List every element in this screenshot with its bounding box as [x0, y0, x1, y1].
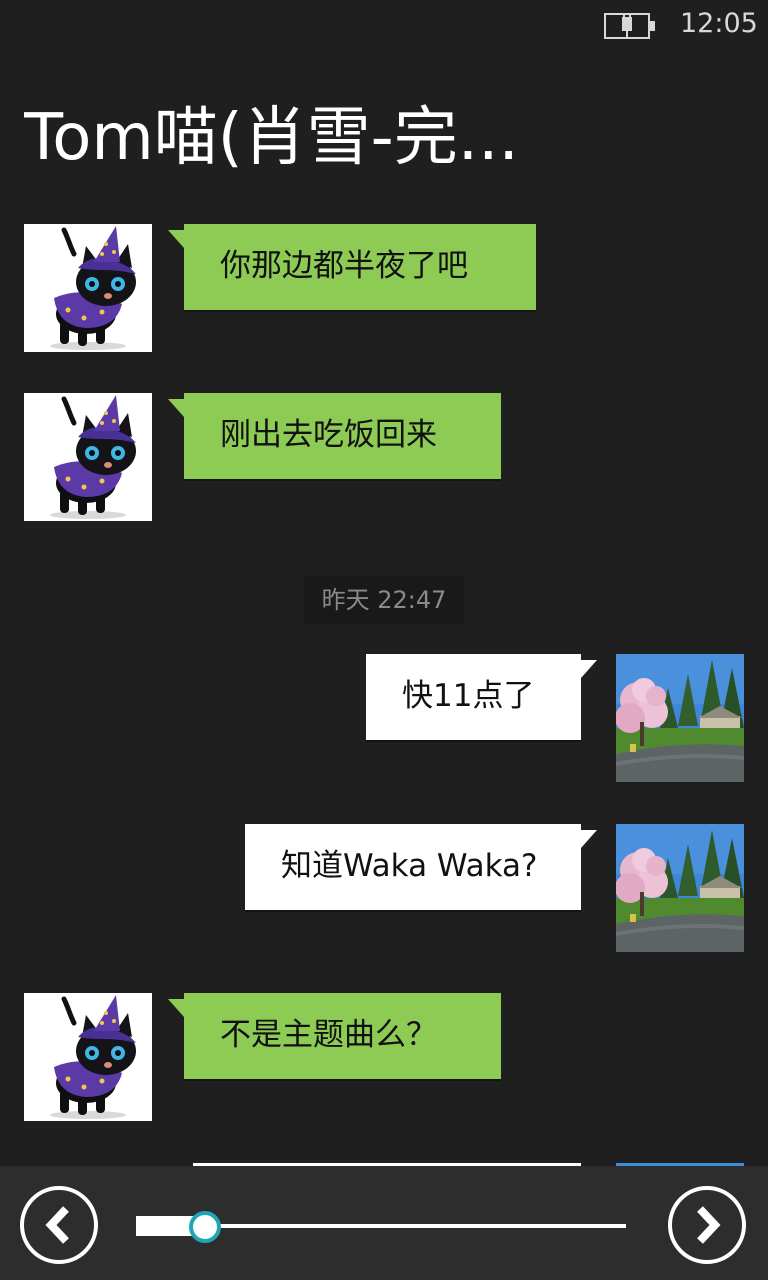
conversation-title: Tom喵(肖雪-完... — [24, 101, 519, 175]
message-text: 你那边都半夜了吧 — [220, 248, 468, 284]
contact-avatar[interactable] — [24, 224, 152, 352]
bubble-tail — [581, 660, 597, 678]
message-bubble-incoming[interactable]: 你那边都半夜了吧 — [184, 224, 536, 310]
cherry-blossom-landscape-avatar — [616, 824, 744, 952]
my-avatar[interactable] — [616, 824, 744, 952]
chevron-right-icon — [697, 1206, 721, 1244]
message-bubble-outgoing[interactable]: 快11点了 — [366, 654, 581, 740]
message-text: 快11点了 — [402, 678, 535, 714]
bubble-tail — [581, 830, 597, 848]
bottom-app-bar — [0, 1166, 768, 1280]
previous-button[interactable] — [20, 1186, 98, 1264]
contact-avatar[interactable] — [24, 393, 152, 521]
bubble-tail — [168, 399, 184, 417]
contact-avatar[interactable] — [24, 993, 152, 1121]
clock: 12:05 — [680, 8, 758, 39]
message-bubble-incoming[interactable]: 不是主题曲么？ — [184, 993, 501, 1079]
battery-charging-icon — [604, 13, 655, 39]
my-avatar[interactable] — [616, 654, 744, 782]
bubble-tail — [168, 999, 184, 1017]
status-bar: 12:05 — [0, 0, 768, 50]
message-text: 不是主题曲么？ — [220, 1017, 437, 1053]
black-cat-witch-hat-avatar — [24, 993, 152, 1121]
chevron-left-icon — [45, 1206, 69, 1244]
message-text: 知道Waka Waka? — [281, 848, 538, 884]
message-text: 刚出去吃饭回来 — [220, 417, 437, 453]
message-timestamp: 昨天 22:47 — [304, 576, 464, 624]
black-cat-witch-hat-avatar — [24, 393, 152, 521]
history-slider-thumb[interactable] — [188, 1211, 221, 1243]
bubble-tail — [168, 230, 184, 248]
message-bubble-outgoing[interactable]: 知道Waka Waka? — [245, 824, 581, 910]
next-button[interactable] — [668, 1186, 746, 1264]
cherry-blossom-landscape-avatar — [616, 654, 744, 782]
black-cat-witch-hat-avatar — [24, 224, 152, 352]
message-bubble-incoming[interactable]: 刚出去吃饭回来 — [184, 393, 501, 479]
